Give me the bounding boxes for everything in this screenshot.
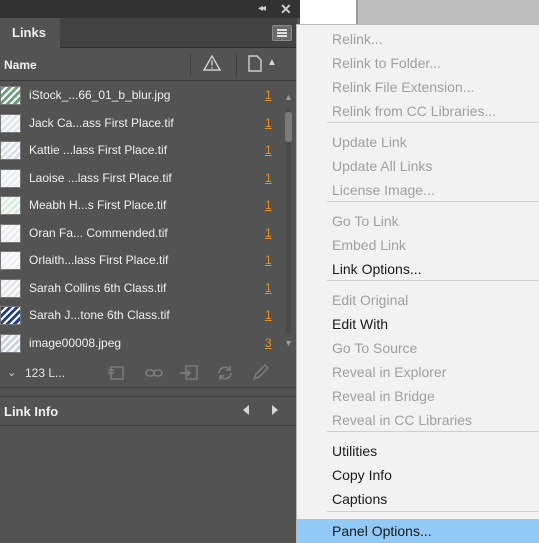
link-row[interactable]: Sarah J...tone 6th Class.tif 1 bbox=[0, 302, 281, 329]
links-status-bar: ⌄ 123 L... bbox=[0, 358, 297, 388]
close-panel-icon[interactable]: ✕ bbox=[280, 1, 292, 17]
link-info-title: Link Info bbox=[4, 404, 59, 419]
menu-item-update-link[interactable]: Update Link bbox=[297, 130, 539, 154]
column-divider bbox=[190, 54, 191, 76]
link-file-name: Orlaith...lass First Place.tif bbox=[29, 253, 169, 267]
menu-item-relink[interactable]: Relink... bbox=[297, 27, 539, 51]
link-thumbnail bbox=[0, 278, 21, 298]
link-thumbnail bbox=[0, 333, 21, 353]
link-file-name: Meabh H...s First Place.tif bbox=[29, 198, 167, 212]
hamburger-icon bbox=[277, 29, 287, 31]
update-link-icon[interactable] bbox=[214, 363, 236, 383]
next-link-icon[interactable] bbox=[272, 405, 278, 415]
menu-item-reveal-in-cc-libraries[interactable]: Reveal in CC Libraries bbox=[297, 408, 539, 432]
links-list: iStock_...66_01_b_blur.jpg 1 Jack Ca...ass… bbox=[0, 82, 281, 372]
link-thumbnail bbox=[0, 141, 21, 160]
link-info-section: Link Info bbox=[0, 396, 297, 426]
link-count-text: 123 L... bbox=[25, 366, 66, 380]
link-file-name: Laoise ...lass First Place.tif bbox=[29, 170, 172, 185]
link-page-number[interactable]: 1 bbox=[265, 226, 272, 240]
expand-info-chevron-icon[interactable]: ⌄ bbox=[7, 366, 16, 379]
menu-item-captions[interactable]: Captions bbox=[297, 487, 539, 511]
relink-cc-icon[interactable] bbox=[106, 363, 128, 383]
menu-item-go-to-source[interactable]: Go To Source bbox=[297, 336, 539, 360]
link-thumbnail bbox=[0, 196, 21, 215]
link-page-number[interactable]: 1 bbox=[265, 308, 272, 322]
link-row[interactable]: image00008.jpeg 3 bbox=[0, 330, 281, 357]
link-page-number[interactable]: 1 bbox=[265, 116, 272, 130]
tab-links[interactable]: Links bbox=[0, 18, 60, 49]
link-page-number[interactable]: 1 bbox=[265, 171, 272, 185]
link-page-number[interactable]: 3 bbox=[265, 336, 272, 350]
link-thumbnail bbox=[0, 306, 21, 325]
link-page-number[interactable]: 1 bbox=[265, 88, 272, 102]
menu-item-go-to-link[interactable]: Go To Link bbox=[297, 209, 539, 233]
link-row[interactable]: Oran Fa... Commended.tif 1 bbox=[0, 220, 281, 247]
menu-item-panel-options[interactable]: Panel Options... bbox=[297, 519, 539, 543]
scroll-down-icon[interactable]: ▼ bbox=[284, 338, 293, 348]
link-row[interactable]: Jack Ca...ass First Place.tif 1 bbox=[0, 110, 281, 137]
link-page-number[interactable]: 1 bbox=[265, 281, 272, 295]
menu-item-reveal-in-bridge[interactable]: Reveal in Bridge bbox=[297, 384, 539, 408]
link-row[interactable]: Meabh H...s First Place.tif 1 bbox=[0, 192, 281, 219]
link-file-name: Kattie ...lass First Place.tif bbox=[29, 143, 168, 157]
panel-context-menu: Relink... Relink to Folder... Relink File … bbox=[296, 24, 539, 543]
link-thumbnail bbox=[0, 86, 21, 105]
relink-icon[interactable] bbox=[143, 363, 165, 383]
go-to-link-icon[interactable] bbox=[178, 363, 200, 383]
menu-item-edit-with[interactable]: Edit With bbox=[297, 312, 539, 336]
page-icon[interactable] bbox=[248, 55, 262, 77]
sort-ascending-icon[interactable]: ▲ bbox=[267, 57, 277, 68]
menu-item-copy-info[interactable]: Copy Info bbox=[297, 463, 539, 487]
collapse-panel-icon[interactable]: ◂◂ bbox=[258, 1, 266, 17]
link-thumbnail bbox=[0, 113, 21, 133]
link-page-number[interactable]: 1 bbox=[265, 143, 272, 157]
menu-item-license-image[interactable]: License Image... bbox=[297, 178, 539, 202]
link-file-name: Jack Ca...ass First Place.tif bbox=[29, 115, 174, 130]
pasteboard-area bbox=[358, 0, 539, 25]
warning-icon[interactable] bbox=[202, 54, 222, 76]
menu-separator bbox=[327, 511, 539, 512]
links-scrollbar[interactable]: ▲ ▼ bbox=[283, 92, 293, 350]
links-panel: Links Name ▲ iStock_...66_01_b_blur.jpg 1… bbox=[0, 18, 297, 543]
panel-title-strip: ◂◂ ✕ bbox=[0, 0, 300, 18]
menu-item-embed-link[interactable]: Embed Link bbox=[297, 233, 539, 257]
previous-link-icon[interactable] bbox=[243, 405, 249, 415]
panel-menu-button[interactable] bbox=[272, 25, 292, 41]
link-thumbnail bbox=[0, 168, 21, 188]
link-file-name: image00008.jpeg bbox=[29, 335, 122, 350]
app-window: ◂◂ ✕ Links Name ▲ iStock_...66_01_b_blur… bbox=[0, 0, 539, 543]
link-row[interactable]: Laoise ...lass First Place.tif 1 bbox=[0, 165, 281, 192]
column-divider bbox=[236, 54, 237, 76]
link-row[interactable]: iStock_...66_01_b_blur.jpg 1 bbox=[0, 82, 281, 109]
column-header: Name ▲ bbox=[0, 49, 297, 81]
link-row[interactable]: Sarah Collins 6th Class.tif 1 bbox=[0, 275, 281, 302]
link-page-number[interactable]: 1 bbox=[265, 253, 272, 267]
menu-item-utilities[interactable]: Utilities bbox=[297, 439, 539, 463]
scroll-thumb[interactable] bbox=[285, 112, 292, 142]
link-file-name: iStock_...66_01_b_blur.jpg bbox=[29, 88, 171, 102]
link-thumbnail bbox=[0, 251, 21, 270]
menu-item-relink-from-cc-libraries[interactable]: Relink from CC Libraries... bbox=[297, 99, 539, 123]
edit-original-icon[interactable] bbox=[250, 363, 272, 383]
link-row[interactable]: Orlaith...lass First Place.tif 1 bbox=[0, 247, 281, 274]
link-file-name: Sarah J...tone 6th Class.tif bbox=[29, 308, 170, 322]
panel-tab-bar: Links bbox=[0, 18, 297, 49]
menu-item-relink-to-folder[interactable]: Relink to Folder... bbox=[297, 51, 539, 75]
scroll-up-icon[interactable]: ▲ bbox=[284, 92, 293, 102]
link-file-name: Oran Fa... Commended.tif bbox=[29, 225, 168, 240]
link-page-number[interactable]: 1 bbox=[265, 198, 272, 212]
menu-item-reveal-in-explorer[interactable]: Reveal in Explorer bbox=[297, 360, 539, 384]
link-thumbnail bbox=[0, 223, 21, 243]
menu-item-update-all-links[interactable]: Update All Links bbox=[297, 154, 539, 178]
name-column-header[interactable]: Name bbox=[4, 58, 37, 72]
menu-item-relink-file-extension[interactable]: Relink File Extension... bbox=[297, 75, 539, 99]
link-file-name: Sarah Collins 6th Class.tif bbox=[29, 280, 167, 295]
link-row[interactable]: Kattie ...lass First Place.tif 1 bbox=[0, 137, 281, 164]
menu-item-link-options[interactable]: Link Options... bbox=[297, 257, 539, 281]
menu-item-edit-original[interactable]: Edit Original bbox=[297, 288, 539, 312]
